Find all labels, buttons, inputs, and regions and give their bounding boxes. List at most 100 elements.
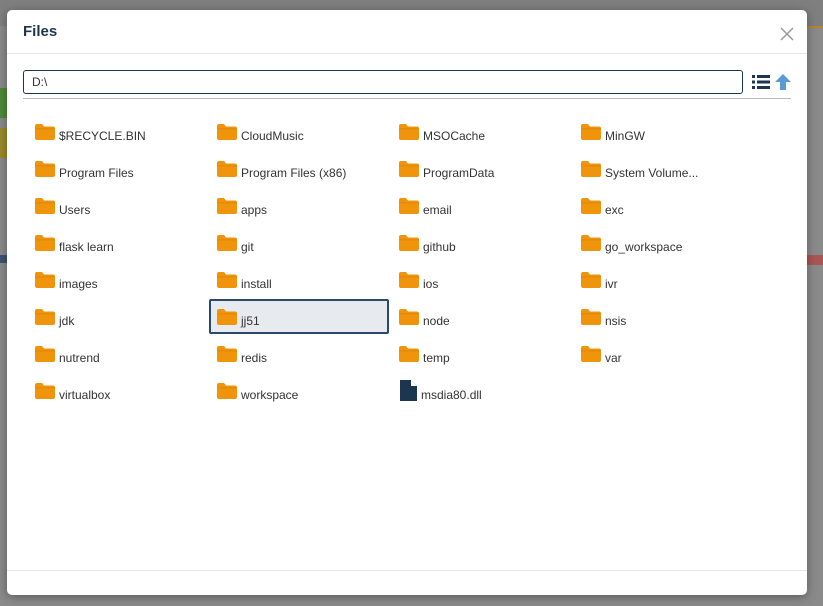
folder-item[interactable]: virtualbox — [27, 373, 209, 408]
divider — [23, 98, 791, 99]
folder-item[interactable]: ios — [391, 262, 573, 297]
item-label: msdia80.dll — [421, 387, 482, 402]
item-label: MinGW — [605, 128, 645, 143]
folder-icon — [35, 160, 55, 177]
background-accent — [0, 255, 7, 263]
folder-icon — [581, 271, 601, 288]
folder-item[interactable]: jj51 — [209, 299, 389, 334]
folder-item[interactable]: github — [391, 225, 573, 260]
folder-icon — [35, 234, 55, 251]
item-label: go_workspace — [605, 239, 683, 254]
folder-icon — [35, 123, 55, 140]
folder-item[interactable]: apps — [209, 188, 391, 223]
folder-item[interactable]: CloudMusic — [209, 114, 391, 149]
folder-icon — [217, 382, 237, 399]
dialog-header: Files — [7, 10, 807, 54]
folder-icon — [399, 345, 419, 362]
folder-icon — [217, 197, 237, 214]
item-label: CloudMusic — [241, 128, 304, 143]
folder-icon — [217, 123, 237, 140]
folder-item[interactable]: System Volume... — [573, 151, 755, 186]
folder-icon — [581, 160, 601, 177]
item-label: images — [59, 276, 98, 291]
folder-item[interactable]: $RECYCLE.BIN — [27, 114, 209, 149]
folder-icon — [217, 308, 237, 325]
item-label: temp — [423, 350, 450, 365]
item-label: ProgramData — [423, 165, 495, 180]
item-label: ios — [423, 276, 439, 291]
folder-item[interactable]: install — [209, 262, 391, 297]
item-label: Users — [59, 202, 91, 217]
dialog-footer — [7, 570, 807, 595]
folder-icon — [35, 271, 55, 288]
folder-icon — [35, 308, 55, 325]
background-accent — [0, 88, 7, 118]
folder-item[interactable]: ivr — [573, 262, 755, 297]
item-label: jdk — [59, 313, 75, 328]
folder-icon — [35, 382, 55, 399]
item-label: MSOCache — [423, 128, 486, 143]
item-label: nsis — [605, 313, 627, 328]
item-label: git — [241, 239, 254, 254]
item-label: github — [423, 239, 456, 254]
item-label: nutrend — [59, 350, 100, 365]
folder-icon — [217, 345, 237, 362]
path-bar — [23, 70, 793, 99]
close-button[interactable] — [779, 26, 795, 42]
folder-icon — [399, 271, 419, 288]
item-label: redis — [241, 350, 268, 365]
item-label: var — [605, 350, 622, 365]
item-label: email — [423, 202, 452, 217]
folder-icon — [399, 160, 419, 177]
parent-folder-button[interactable] — [774, 73, 792, 91]
folder-icon — [581, 234, 601, 251]
path-input[interactable] — [23, 70, 743, 94]
folder-item[interactable]: var — [573, 336, 755, 371]
folder-item[interactable]: redis — [209, 336, 391, 371]
item-label: jj51 — [241, 313, 260, 328]
item-label: apps — [241, 202, 268, 217]
list-view-button[interactable] — [751, 73, 771, 91]
folder-item[interactable]: workspace — [209, 373, 391, 408]
folder-item[interactable]: nsis — [573, 299, 755, 334]
file-item[interactable]: msdia80.dll — [391, 373, 573, 408]
folder-item[interactable]: images — [27, 262, 209, 297]
folder-item[interactable]: go_workspace — [573, 225, 755, 260]
folder-icon — [581, 308, 601, 325]
folder-icon — [217, 271, 237, 288]
background-accent — [807, 26, 823, 28]
folder-icon — [581, 197, 601, 214]
folder-icon — [399, 197, 419, 214]
folder-item[interactable]: Users — [27, 188, 209, 223]
list-view-icon — [752, 75, 770, 89]
folder-item[interactable]: git — [209, 225, 391, 260]
folder-item[interactable]: flask learn — [27, 225, 209, 260]
file-grid: $RECYCLE.BIN CloudMusic MSOCache MinGW Progr… — [27, 114, 797, 410]
item-label: Program Files — [59, 165, 134, 180]
item-label: Program Files (x86) — [241, 165, 347, 180]
folder-item[interactable]: MSOCache — [391, 114, 573, 149]
background-accent — [807, 255, 823, 265]
item-label: ivr — [605, 276, 618, 291]
folder-item[interactable]: jdk — [27, 299, 209, 334]
folder-item[interactable]: temp — [391, 336, 573, 371]
folder-item[interactable]: Program Files — [27, 151, 209, 186]
item-label: install — [241, 276, 272, 291]
item-label: $RECYCLE.BIN — [59, 128, 146, 143]
folder-item[interactable]: exc — [573, 188, 755, 223]
folder-icon — [217, 234, 237, 251]
folder-item[interactable]: node — [391, 299, 573, 334]
folder-icon — [35, 345, 55, 362]
folder-item[interactable]: ProgramData — [391, 151, 573, 186]
folder-item[interactable]: Program Files (x86) — [209, 151, 391, 186]
folder-item[interactable]: nutrend — [27, 336, 209, 371]
folder-icon — [399, 234, 419, 251]
folder-icon — [217, 160, 237, 177]
folder-item[interactable]: email — [391, 188, 573, 223]
dialog-title: Files — [23, 23, 58, 40]
folder-item[interactable]: MinGW — [573, 114, 755, 149]
item-label: workspace — [241, 387, 299, 402]
files-dialog: Files $RECYCLE.BINCloudMusicMSOCa — [7, 10, 807, 595]
folder-icon — [399, 123, 419, 140]
item-label: virtualbox — [59, 387, 111, 402]
